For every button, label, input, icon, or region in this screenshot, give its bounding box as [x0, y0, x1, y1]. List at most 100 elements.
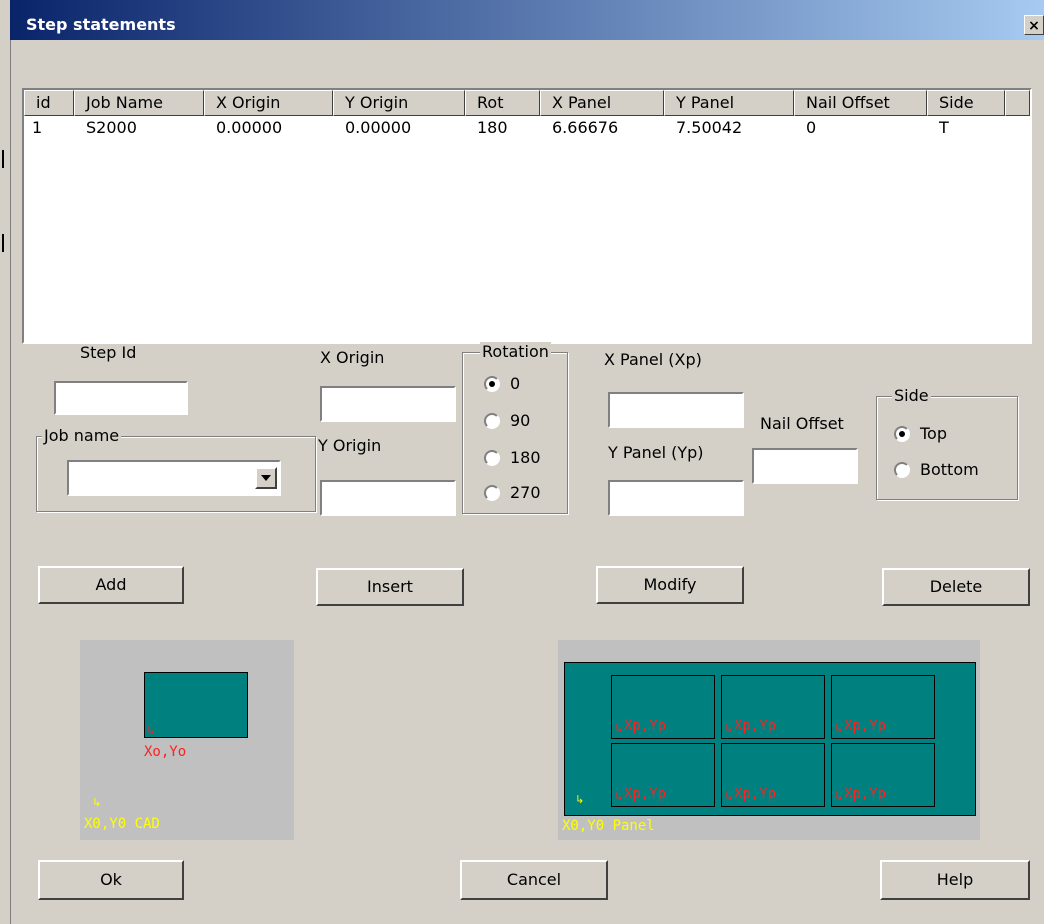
edge-mark [2, 234, 4, 252]
rotation-radio-270[interactable]: 270 [484, 483, 554, 503]
rotation-option-label: 270 [510, 483, 541, 502]
step-id-label: Step Id [80, 343, 137, 362]
column-header-y-origin[interactable]: Y Origin [333, 90, 465, 116]
y-origin-label: Y Origin [318, 436, 382, 455]
nail-offset-label: Nail Offset [760, 414, 844, 433]
panel-diagram: ↳ Xp,Yp ↳ Xp,Yp ↳ Xp,Yp ↳ Xp,Yp ↳ Xp,Yp … [558, 640, 980, 840]
column-header-filler [1005, 90, 1030, 116]
cad-origin-diagram: ↳ Xo,Yo ↳ X0,Y0 CAD [80, 640, 294, 840]
step-id-input[interactable] [54, 381, 188, 415]
cell-side: T [939, 118, 949, 137]
column-header-y-panel[interactable]: Y Panel [664, 90, 794, 116]
origin-arrow-icon: ↳ [834, 790, 844, 803]
origin-arrow-icon: ↳ [834, 722, 844, 735]
cell-x-panel: 6.66676 [552, 118, 619, 137]
rotation-option-label: 90 [510, 411, 531, 430]
cell-job-name: S2000 [86, 118, 137, 137]
panel-cell: ↳ Xp,Yp [721, 675, 825, 739]
job-name-group-label: Job name [42, 426, 122, 445]
cell-y-panel: 7.50042 [676, 118, 743, 137]
radio-selected-dot [899, 431, 905, 437]
rotation-group-label: Rotation [480, 342, 551, 361]
insert-button[interactable]: Insert [316, 568, 464, 606]
panel-cell-label: Xp,Yp [624, 718, 667, 734]
modify-button[interactable]: Modify [596, 566, 744, 604]
rotation-radio-90[interactable]: 90 [484, 411, 554, 431]
column-header-x-origin[interactable]: X Origin [204, 90, 333, 116]
side-option-label: Bottom [920, 460, 979, 479]
panel-origin-label: X0,Y0 Panel [562, 818, 655, 834]
side-radio-top[interactable]: Top [894, 424, 1004, 444]
panel-cell-label: Xp,Yp [734, 718, 777, 734]
cell-id: 1 [32, 118, 43, 137]
cad-inner-label: Xo,Yo [144, 744, 187, 760]
panel-cell-label: Xp,Yp [734, 786, 777, 802]
y-origin-input[interactable] [320, 480, 456, 516]
rotation-radio-0[interactable]: 0 [484, 374, 554, 394]
close-button[interactable]: × [1024, 15, 1044, 35]
window-title: Step statements [26, 15, 176, 34]
close-icon: × [1028, 18, 1040, 34]
column-header-x-panel[interactable]: X Panel [540, 90, 664, 116]
origin-arrow-icon: ↳ [614, 722, 624, 735]
side-option-label: Top [920, 424, 947, 443]
column-header-side[interactable]: Side [927, 90, 1005, 116]
cell-y-origin: 0.00000 [345, 118, 412, 137]
side-group [876, 396, 1018, 500]
chevron-down-icon [261, 475, 271, 481]
add-button[interactable]: Add [38, 566, 184, 604]
panel-cell: ↳ Xp,Yp [831, 743, 935, 807]
rotation-option-label: 0 [510, 374, 521, 393]
column-header-rot[interactable]: Rot [465, 90, 540, 116]
title-bar: Step statements × [10, 0, 1044, 40]
radio-button[interactable] [894, 462, 910, 478]
nail-offset-input[interactable] [752, 448, 858, 484]
help-button[interactable]: Help [880, 860, 1030, 900]
origin-arrow-icon: ↳ [575, 793, 585, 806]
panel-cell-label: Xp,Yp [624, 786, 667, 802]
job-name-dropdown[interactable] [67, 460, 281, 496]
radio-button[interactable] [484, 485, 500, 501]
x-origin-input[interactable] [320, 386, 456, 422]
origin-arrow-icon: ↳ [92, 796, 102, 809]
job-name-dropdown-button[interactable] [255, 467, 277, 489]
panel-board-rect: ↳ Xp,Yp ↳ Xp,Yp ↳ Xp,Yp ↳ Xp,Yp ↳ Xp,Yp … [564, 662, 976, 816]
cell-x-origin: 0.00000 [216, 118, 283, 137]
left-window-edge [0, 0, 11, 924]
radio-button[interactable] [484, 450, 500, 466]
cancel-button[interactable]: Cancel [460, 860, 608, 900]
panel-cell-label: Xp,Yp [844, 786, 887, 802]
side-group-label: Side [892, 386, 931, 405]
y-panel-input[interactable] [608, 480, 744, 516]
cell-nail-offset: 0 [806, 118, 817, 137]
radio-button[interactable] [484, 376, 500, 392]
radio-button[interactable] [894, 426, 910, 442]
side-radio-bottom[interactable]: Bottom [894, 460, 1004, 480]
radio-selected-dot [489, 381, 495, 387]
ok-button[interactable]: Ok [38, 860, 184, 900]
panel-cell: ↳ Xp,Yp [721, 743, 825, 807]
y-panel-label: Y Panel (Yp) [608, 443, 704, 462]
origin-arrow-icon: ↳ [724, 722, 734, 735]
column-header-nail-offset[interactable]: Nail Offset [794, 90, 927, 116]
origin-arrow-icon: ↳ [146, 724, 156, 737]
panel-cell: ↳ Xp,Yp [611, 743, 715, 807]
column-header-id[interactable]: id [24, 90, 74, 116]
radio-button[interactable] [484, 413, 500, 429]
panel-cell: ↳ Xp,Yp [831, 675, 935, 739]
column-header-job-name[interactable]: Job Name [74, 90, 204, 116]
x-panel-input[interactable] [608, 392, 744, 428]
origin-arrow-icon: ↳ [614, 790, 624, 803]
x-panel-label: X Panel (Xp) [604, 350, 702, 369]
rotation-radio-180[interactable]: 180 [484, 448, 554, 468]
panel-cell-label: Xp,Yp [844, 718, 887, 734]
rotation-option-label: 180 [510, 448, 541, 467]
panel-cell: ↳ Xp,Yp [611, 675, 715, 739]
cad-board-rect [144, 672, 248, 738]
x-origin-label: X Origin [320, 348, 385, 367]
delete-button[interactable]: Delete [882, 568, 1030, 606]
cell-rot: 180 [477, 118, 508, 137]
steps-list-view[interactable]: id Job Name X Origin Y Origin Rot X Pane… [22, 88, 1032, 344]
edge-mark [2, 150, 4, 168]
cad-origin-label: X0,Y0 CAD [84, 816, 160, 832]
